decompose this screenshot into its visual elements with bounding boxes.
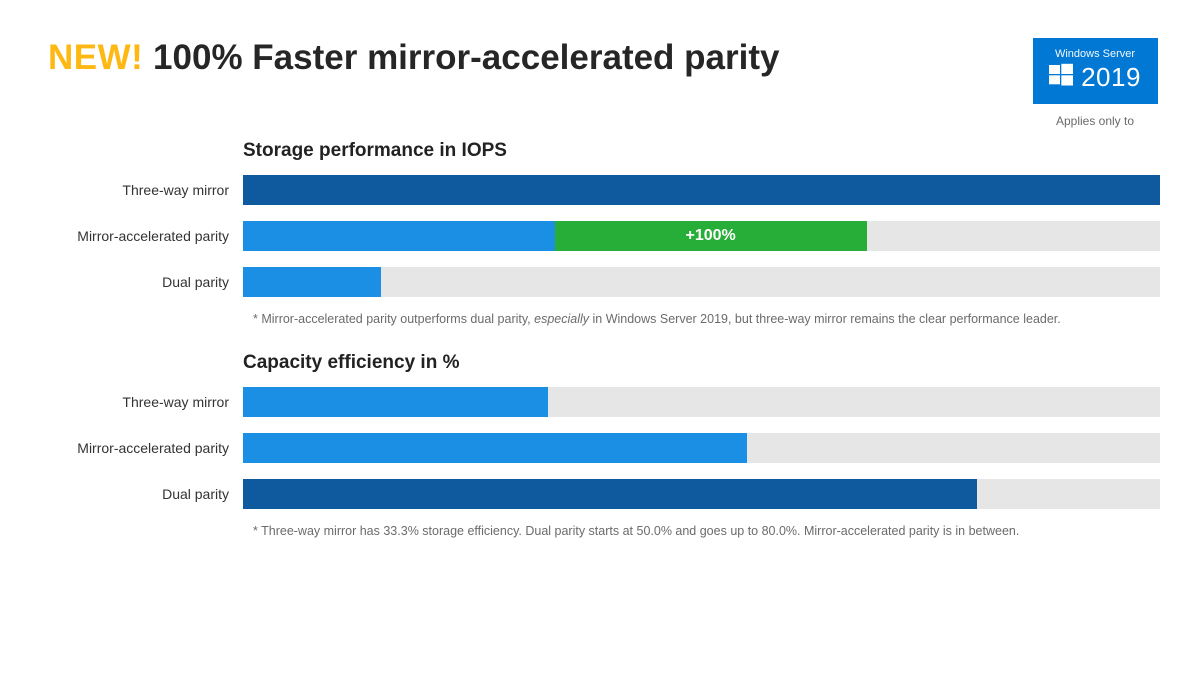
bar-segment	[243, 267, 381, 297]
bar-segment	[243, 387, 548, 417]
badge-product-name: Windows Server	[1055, 49, 1135, 60]
bar-track	[243, 479, 1160, 509]
bar-segment	[243, 175, 1160, 205]
bar-label: Dual parity	[48, 274, 243, 290]
badge-year: 2019	[1081, 62, 1141, 93]
bar-row: Three-way mirror	[48, 174, 1160, 206]
bar-label: Three-way mirror	[48, 182, 243, 198]
charts-container: Storage performance in IOPS Three-way mir…	[48, 140, 1160, 538]
header: NEW! 100% Faster mirror-accelerated pari…	[48, 38, 1160, 128]
bar-label: Three-way mirror	[48, 394, 243, 410]
title-text: 100% Faster mirror-accelerated parity	[153, 38, 779, 77]
footnote-text: in Windows Server 2019, but three-way mi…	[589, 312, 1061, 326]
chart-section: Storage performance in IOPS Three-way mir…	[48, 140, 1160, 326]
new-badge-text: NEW!	[48, 38, 143, 77]
chart-footnote: * Mirror-accelerated parity outperforms …	[253, 312, 1160, 326]
bar-label: Dual parity	[48, 486, 243, 502]
bar-label: Mirror-accelerated parity	[48, 228, 243, 244]
bar-track	[243, 175, 1160, 205]
badge-row: 2019	[1049, 62, 1141, 93]
bar-segment	[243, 479, 977, 509]
applies-only-to-label: Applies only to	[1056, 114, 1134, 128]
windows-server-badge: Windows Server 2019	[1033, 38, 1158, 104]
footnote-text: * Mirror-accelerated parity outperforms …	[253, 312, 534, 326]
slide: NEW! 100% Faster mirror-accelerated pari…	[0, 0, 1200, 676]
chart-footnote: * Three-way mirror has 33.3% storage eff…	[253, 524, 1160, 538]
bar-row: Dual parity	[48, 266, 1160, 298]
bar-track	[243, 387, 1160, 417]
bar-label: Mirror-accelerated parity	[48, 440, 243, 456]
footnote-emphasis: especially	[534, 312, 589, 326]
bar-row: Dual parity	[48, 478, 1160, 510]
bar-segment	[243, 433, 747, 463]
bar-row: Mirror-accelerated parity +100%	[48, 220, 1160, 252]
chart-title: Capacity efficiency in %	[243, 352, 1160, 374]
version-badge-column: Windows Server 2019 Applies only to	[1030, 38, 1160, 128]
bar-track	[243, 267, 1160, 297]
title-wrap: NEW! 100% Faster mirror-accelerated pari…	[48, 38, 1030, 78]
bar-segment: +100%	[555, 221, 867, 251]
bar-segment	[243, 221, 555, 251]
footnote-text: * Three-way mirror has 33.3% storage eff…	[253, 524, 1019, 538]
bar-row: Three-way mirror	[48, 386, 1160, 418]
chart-section: Capacity efficiency in % Three-way mirror…	[48, 352, 1160, 538]
chart-title: Storage performance in IOPS	[243, 140, 1160, 162]
bar-segment-label: +100%	[686, 227, 736, 245]
bar-track: +100%	[243, 221, 1160, 251]
bar-row: Mirror-accelerated parity	[48, 432, 1160, 464]
bar-track	[243, 433, 1160, 463]
windows-logo-icon	[1049, 63, 1073, 92]
slide-title: NEW! 100% Faster mirror-accelerated pari…	[48, 38, 1030, 78]
